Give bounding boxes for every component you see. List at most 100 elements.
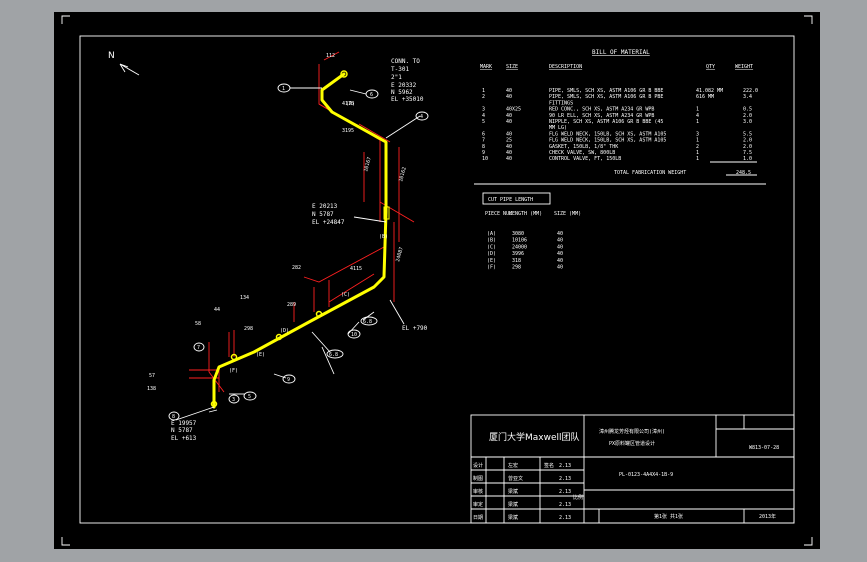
bom-description: FLG WELD NECK, 150LB, SCH XS, ASTM A105 [549,131,666,137]
north-arrow: N [108,51,140,76]
row-role: 设计 [473,462,483,469]
cut-title: CUT PIPE LENGTH [488,197,533,203]
bom-size: 40X25 [506,107,521,113]
svg-text:WEIGHT: WEIGHT [735,64,753,70]
el-bottom-label: EL +790 [402,325,428,332]
svg-text:58: 58 [195,321,201,327]
bom-size: 40 [506,119,512,125]
bom-total-label: TOTAL FABRICATION WEIGHT [614,170,686,176]
bom-weight: 1.0 [743,156,752,162]
bom-mark: 9 [482,150,485,156]
bom-weight: 3.0 [743,119,752,125]
row-role: 审核 [473,488,483,495]
bom-mark: 7 [482,138,485,144]
svg-text:10162: 10162 [398,166,408,182]
bom-row: 5 40 NIPPLE, SCH XS, ASTM A106 GR B BBE (4… [482,119,752,125]
bom-mark: 2 [482,94,485,100]
bom-row: 7 25 FLG WELD NECK, 150LB, SCH XS, ASTM A1… [482,138,752,144]
svg-text:(A): (A) [346,101,355,107]
svg-text:112: 112 [326,53,335,59]
bom-row: 3 40X25 RED CONC., SCH XS, ASTM A234 GR WP… [482,107,752,113]
svg-text:MARK: MARK [480,64,492,70]
row-role: 日期 [473,515,483,521]
bom-qty: 4 [696,113,699,119]
svg-text:E 20332: E 20332 [391,82,417,89]
row-sign: 签名 [544,462,554,469]
svg-text:5: 5 [248,394,251,400]
row-name: 左宏 [508,462,518,469]
balloon: 3 [228,394,240,404]
bom-description: NIPPLE, SCH XS, ASTM A106 GR B BBE (45 [549,119,663,125]
cut-size: 40 [557,251,563,257]
cut-length: 298 [512,265,521,271]
bom-mark: 6 [482,131,485,137]
bom-size: 25 [506,138,512,144]
signature-row: 日期 梁斌 2.13 [473,514,571,521]
svg-text:(D): (D) [280,328,289,334]
svg-text:EL +24847: EL +24847 [312,219,345,226]
bom-description: CONTROL VALVE, FT, 150LB [549,156,621,162]
balloon: 7 [193,342,205,352]
row-date: 2.13 [559,489,571,495]
balloon: 9 [282,374,296,384]
row-date: 2.13 [559,463,571,469]
bom-description: FITTINGS [549,100,573,106]
cut-marks: (A) (B) (C) (D) (E) (F) [229,101,388,374]
bom-weight: 0.5 [743,107,752,113]
dimension-texts: 112 4115 3195 10167 10162 24087 4115 282… [147,53,408,392]
svg-text:3: 3 [232,397,235,403]
svg-text:EL +613: EL +613 [171,435,197,442]
row-date: 2.13 [559,476,571,482]
bom-description: MM LG) [549,125,567,131]
bom-weight: 2.0 [743,113,752,119]
balloon: 6.8 [326,349,344,359]
row-name: 曾亚文 [508,475,523,482]
bill-of-material: BILL OF MATERIAL MARK SIZE DESCRIPTION Q… [474,49,766,185]
row-name: 梁斌 [508,514,518,521]
cut-length: 318 [512,258,521,264]
signature-row: 制图 曾亚文 2.13 [473,475,571,482]
cut-size: 40 [557,265,563,271]
bom-mark: 10 [482,156,488,162]
sheet-count: 第1张 共1张 [654,513,683,520]
svg-text:E 20213: E 20213 [312,203,338,210]
bom-title: BILL OF MATERIAL [592,49,650,56]
drawing-number: W813-07-28 [749,445,779,451]
bom-size: 40 [506,113,512,119]
svg-text:LENGTH (MM): LENGTH (MM) [509,211,542,217]
cut-row: (F) 298 40 [487,265,563,271]
bom-qty: 3 [696,131,699,137]
bom-size: 40 [506,150,512,156]
cut-size: 40 [557,244,563,250]
row-date: 2.13 [559,515,571,521]
svg-text:(F): (F) [229,368,238,374]
svg-text:1: 1 [282,86,285,92]
cut-row: (D) 3996 40 [487,251,563,257]
line-number: PL-0123-4A4X4-1B-9 [619,472,673,478]
pipe-fittings [210,70,390,408]
drawing-canvas: N 1 6 4 6.8 10 6.8 9 5 3 7 8 CONN. TO T-… [61,15,813,546]
cut-piece: (A) [487,231,496,237]
bom-qty: 1 [696,156,699,162]
bom-size: 40 [506,131,512,137]
drawing-sheet: N 1 6 4 6.8 10 6.8 9 5 3 7 8 CONN. TO T-… [54,12,820,549]
bom-qty: 1 [696,150,699,156]
cut-size: 40 [557,238,563,244]
bom-row: 9 40 CHECK VALVE, SW, 800LB 1 7.5 [482,150,752,156]
bom-description: PIPE, SMLS, SCH XS, ASTM A106 GR B PBE [549,94,663,100]
mid-coordinates: E 20213 N 5787 EL +24847 [312,203,345,226]
cut-pipe-length: CUT PIPE LENGTH PIECE NUM LENGTH (MM) SI… [482,192,581,271]
bom-rows: 1 40 PIPE, SMLS, SCH XS, ASTM A106 GR B BB… [482,88,758,162]
svg-text:10: 10 [351,332,357,338]
balloon: 1 [277,83,291,93]
bom-weight: 222.0 [743,88,758,94]
cut-piece: (D) [487,251,496,257]
svg-text:N 5962: N 5962 [391,89,413,96]
cut-piece: (E) [487,258,496,264]
balloon: 10 [347,329,361,339]
svg-text:6.8: 6.8 [363,319,372,325]
svg-text:57: 57 [149,373,155,379]
svg-text:EL +35010: EL +35010 [391,96,424,103]
balloon: 6.8 [360,316,378,326]
bom-size: 40 [506,156,512,162]
